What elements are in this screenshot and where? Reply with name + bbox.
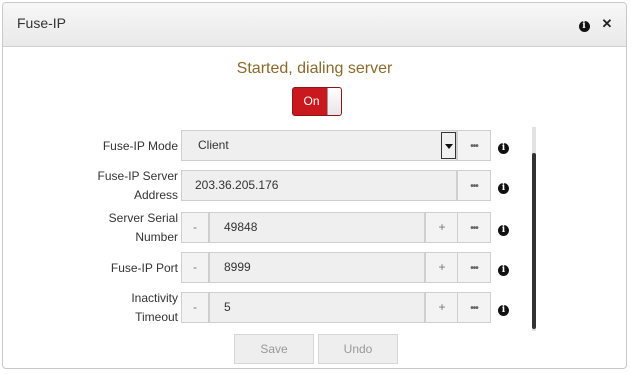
panel-header: Fuse-IP i ✕ xyxy=(3,3,626,47)
scrollbar-thumb[interactable] xyxy=(532,153,536,329)
info-icon[interactable]: i xyxy=(577,17,591,32)
fuse-ip-panel: Fuse-IP i ✕ Started, dialing server On F… xyxy=(2,2,627,369)
panel-title: Fuse-IP xyxy=(17,15,67,31)
port-info-icon[interactable]: i xyxy=(498,261,509,276)
mode-select[interactable]: Client xyxy=(181,130,457,161)
mode-label: Fuse-IP Mode xyxy=(102,139,178,153)
inactivity-timeout-label-line2: Timeout xyxy=(135,310,178,324)
close-icon[interactable]: ✕ xyxy=(600,17,614,31)
undo-button[interactable]: Undo xyxy=(318,334,398,364)
port-decrement-button[interactable]: - xyxy=(181,252,209,283)
chevron-down-icon[interactable] xyxy=(441,132,456,159)
serial-number-label-line1: Server Serial xyxy=(108,211,178,225)
server-address-label-line1: Fuse-IP Server xyxy=(97,169,178,183)
server-address-value: 203.36.205.176 xyxy=(195,178,279,192)
port-increment-button[interactable]: + xyxy=(425,252,459,283)
save-button[interactable]: Save xyxy=(234,334,314,364)
inactivity-timeout-decrement-button[interactable]: - xyxy=(181,292,209,323)
server-address-more-button[interactable]: ••• xyxy=(457,170,491,201)
inactivity-timeout-info-icon[interactable]: i xyxy=(498,301,509,316)
serial-number-more-button[interactable]: ••• xyxy=(457,212,491,243)
port-value: 8999 xyxy=(224,260,251,274)
inactivity-timeout-more-button[interactable]: ••• xyxy=(457,292,491,323)
mode-value: Client xyxy=(198,138,229,152)
mode-more-button[interactable]: ••• xyxy=(457,130,491,161)
toggle-knob[interactable] xyxy=(327,88,341,115)
inactivity-timeout-input[interactable]: 5 xyxy=(209,292,425,323)
port-label: Fuse-IP Port xyxy=(110,261,178,275)
status-text: Started, dialing server xyxy=(236,60,393,77)
server-address-label-line2: Address xyxy=(133,188,178,202)
server-address-info-icon[interactable]: i xyxy=(498,179,509,194)
serial-number-value: 49848 xyxy=(224,220,258,234)
inactivity-timeout-label-line1: Inactivity xyxy=(131,291,178,305)
power-toggle[interactable]: On xyxy=(292,87,342,116)
inactivity-timeout-value: 5 xyxy=(224,300,231,314)
serial-number-label-line2: Number xyxy=(135,230,178,244)
port-input[interactable]: 8999 xyxy=(209,252,425,283)
inactivity-timeout-increment-button[interactable]: + xyxy=(425,292,459,323)
port-more-button[interactable]: ••• xyxy=(457,252,491,283)
serial-number-increment-button[interactable]: + xyxy=(425,212,459,243)
mode-info-icon[interactable]: i xyxy=(498,139,509,154)
serial-number-info-icon[interactable]: i xyxy=(498,221,509,236)
toggle-label: On xyxy=(303,94,320,108)
server-address-input[interactable]: 203.36.205.176 xyxy=(181,170,457,201)
serial-number-input[interactable]: 49848 xyxy=(209,212,425,243)
serial-number-decrement-button[interactable]: - xyxy=(181,212,209,243)
